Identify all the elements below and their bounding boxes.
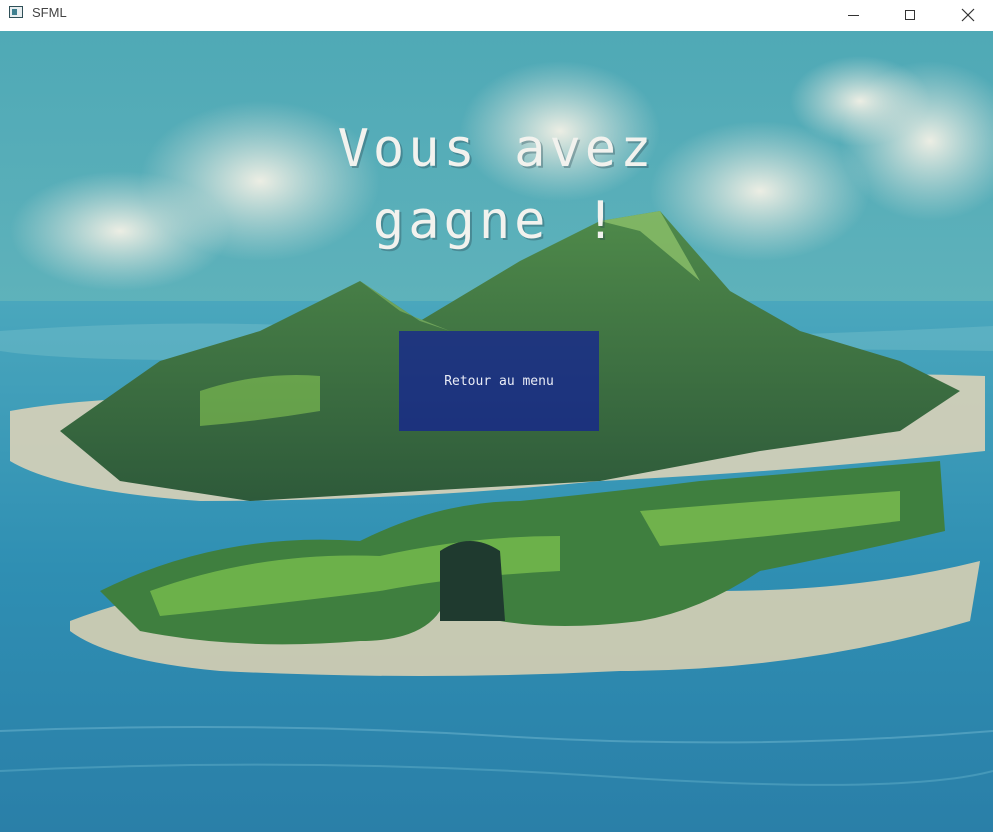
- game-canvas: Vous avez gagne ! Retour au menu: [0, 31, 993, 832]
- close-icon: [961, 8, 975, 22]
- window-titlebar: SFML: [0, 0, 993, 30]
- back-to-menu-button[interactable]: Retour au menu: [399, 331, 599, 431]
- close-button[interactable]: [939, 0, 993, 30]
- maximize-icon: [905, 10, 915, 20]
- maximize-button[interactable]: [881, 0, 939, 30]
- sfml-app-icon: [9, 6, 23, 18]
- minimize-icon: [847, 14, 859, 16]
- victory-message-line1: Vous avez: [337, 119, 656, 179]
- victory-message-line2: gagne !: [372, 191, 621, 251]
- back-to-menu-label: Retour au menu: [444, 373, 554, 389]
- minimize-button[interactable]: [824, 0, 882, 30]
- window-title: SFML: [32, 5, 67, 20]
